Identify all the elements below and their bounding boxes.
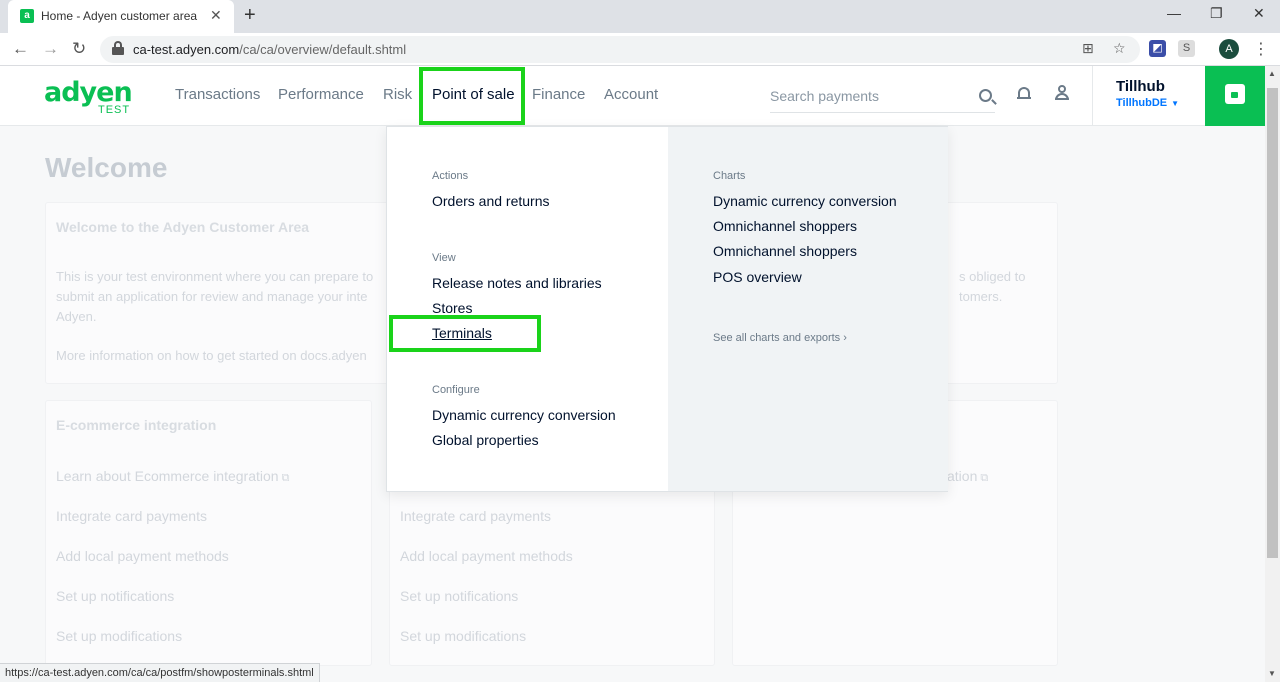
chevron-right-icon: › bbox=[843, 332, 847, 344]
tab-title: Home - Adyen customer area bbox=[41, 9, 198, 23]
browser-menu-icon[interactable]: ⋮ bbox=[1253, 39, 1269, 59]
local-payment-link[interactable]: Add local payment methods bbox=[56, 548, 229, 564]
extension-icon[interactable]: ◩ bbox=[1149, 40, 1166, 57]
scroll-up-icon[interactable]: ▲ bbox=[1268, 69, 1276, 78]
app-header: adyen TEST Transactions Performance Risk… bbox=[0, 66, 1265, 126]
charts-panel: Charts Dynamic currency conversion Omnic… bbox=[668, 127, 948, 491]
url-path: /ca/ca/overview/default.shtml bbox=[239, 42, 407, 57]
forward-arrow-icon[interactable]: → bbox=[42, 39, 59, 59]
search-box[interactable] bbox=[770, 86, 995, 113]
chart-item-pos-overview[interactable]: POS overview bbox=[713, 269, 802, 285]
highlight-box bbox=[389, 315, 541, 352]
scroll-down-icon[interactable]: ▼ bbox=[1268, 669, 1276, 678]
ecommerce-card-title: E-commerce integration bbox=[56, 417, 217, 433]
ecommerce-card: E-commerce integration Learn about Ecomm… bbox=[45, 400, 372, 666]
translate-icon[interactable]: ⊞ bbox=[1082, 40, 1094, 57]
url-text: ca-test.adyen.com/ca/ca/overview/default… bbox=[133, 42, 406, 57]
welcome-text-right: s obliged to bbox=[959, 269, 1026, 284]
account-name: Tillhub bbox=[1116, 78, 1165, 95]
see-all-charts-link[interactable]: See all charts and exports › bbox=[713, 332, 847, 344]
profile-avatar[interactable]: A bbox=[1219, 39, 1239, 59]
user-icon[interactable] bbox=[1054, 85, 1070, 101]
highlight-box bbox=[419, 67, 525, 125]
nav-risk[interactable]: Risk bbox=[383, 86, 412, 103]
notifications-link[interactable]: Set up notifications bbox=[400, 588, 518, 604]
menu-item-dcc-config[interactable]: Dynamic currency conversion bbox=[432, 407, 616, 423]
menu-item-orders-returns[interactable]: Orders and returns bbox=[432, 193, 550, 209]
page-scrollbar[interactable]: ▲ ▼ bbox=[1265, 66, 1280, 682]
menu-item-release-notes[interactable]: Release notes and libraries bbox=[432, 275, 602, 291]
integrate-card-link[interactable]: Integrate card payments bbox=[400, 508, 551, 524]
back-arrow-icon[interactable]: ← bbox=[12, 39, 29, 59]
chart-item-dcc[interactable]: Dynamic currency conversion bbox=[713, 193, 897, 209]
welcome-text-line: submit an application for review and man… bbox=[56, 289, 368, 304]
star-icon[interactable]: ☆ bbox=[1113, 40, 1126, 57]
merchant-account: TillhubDE ▼ bbox=[1116, 97, 1179, 109]
docs-link[interactable]: More information on how to get started o… bbox=[56, 346, 367, 366]
search-input[interactable] bbox=[770, 86, 970, 104]
external-link-icon: ⧉ bbox=[281, 472, 290, 484]
caret-down-icon: ▼ bbox=[1171, 99, 1180, 108]
menu-item-global-properties[interactable]: Global properties bbox=[432, 432, 539, 448]
browser-tab-bar: a Home - Adyen customer area ✕ + — ❐ ✕ bbox=[0, 0, 1280, 33]
extension-s-icon[interactable]: S bbox=[1178, 40, 1195, 57]
url-host: ca-test.adyen.com bbox=[133, 42, 240, 57]
menu-item-stores[interactable]: Stores bbox=[432, 300, 472, 316]
close-window-icon[interactable]: ✕ bbox=[1253, 5, 1265, 22]
scroll-thumb[interactable] bbox=[1267, 88, 1278, 558]
actions-heading: Actions bbox=[432, 170, 469, 182]
nav-finance[interactable]: Finance bbox=[532, 86, 585, 103]
reload-icon[interactable]: ↻ bbox=[72, 39, 86, 59]
page-title: Welcome bbox=[45, 152, 168, 183]
welcome-text-right: tomers. bbox=[959, 289, 1003, 304]
restore-window-icon[interactable]: ❐ bbox=[1210, 5, 1223, 22]
integration-link-label: ation bbox=[947, 468, 978, 484]
nav-performance[interactable]: Performance bbox=[278, 86, 364, 103]
integration-link[interactable]: ation ⧉ bbox=[947, 468, 988, 485]
chart-item-omnichannel[interactable]: Omnichannel shoppers bbox=[713, 218, 857, 234]
account-switcher[interactable]: Tillhub TillhubDE ▼ bbox=[1092, 66, 1205, 126]
welcome-text-line: This is your test environment where you … bbox=[56, 269, 374, 284]
status-bar-url: https://ca-test.adyen.com/ca/ca/postfm/s… bbox=[0, 663, 320, 682]
nav-transactions[interactable]: Transactions bbox=[175, 86, 260, 103]
lock-icon[interactable] bbox=[112, 41, 124, 55]
test-environment-label: TEST bbox=[98, 104, 131, 116]
search-icon[interactable] bbox=[979, 89, 992, 102]
see-all-charts-label: See all charts and exports bbox=[713, 332, 841, 344]
local-payment-link[interactable]: Add local payment methods bbox=[400, 548, 573, 564]
learn-ecommerce-link[interactable]: Learn about Ecommerce integration ⧉ bbox=[56, 468, 289, 485]
charts-heading: Charts bbox=[713, 170, 746, 182]
welcome-text-line: Adyen. bbox=[56, 309, 97, 324]
configure-heading: Configure bbox=[432, 384, 480, 396]
view-heading: View bbox=[432, 252, 456, 264]
learn-ecommerce-label: Learn about Ecommerce integration bbox=[56, 468, 279, 484]
nav-account[interactable]: Account bbox=[604, 86, 658, 103]
browser-tab[interactable]: a Home - Adyen customer area ✕ bbox=[8, 0, 234, 33]
merchant-account-label: TillhubDE bbox=[1116, 97, 1168, 109]
integrate-card-link[interactable]: Integrate card payments bbox=[56, 508, 207, 524]
minimize-window-icon[interactable]: — bbox=[1167, 5, 1181, 21]
adyen-favicon-icon: a bbox=[20, 9, 34, 23]
adyen-logo[interactable]: adyen bbox=[44, 79, 133, 106]
point-of-sale-menu: Actions Orders and returns View Release … bbox=[386, 126, 948, 492]
welcome-card-title: Welcome to the Adyen Customer Area bbox=[56, 219, 310, 235]
notifications-link[interactable]: Set up notifications bbox=[56, 588, 174, 604]
modifications-link[interactable]: Set up modifications bbox=[56, 628, 182, 644]
address-bar[interactable]: ca-test.adyen.com/ca/ca/overview/default… bbox=[100, 36, 1140, 63]
chart-item-omnichannel-2[interactable]: Omnichannel shoppers bbox=[713, 243, 857, 259]
close-tab-icon[interactable]: ✕ bbox=[210, 7, 222, 24]
adyen-app-icon[interactable] bbox=[1205, 66, 1265, 126]
external-link-icon: ⧉ bbox=[980, 472, 989, 484]
modifications-link[interactable]: Set up modifications bbox=[400, 628, 526, 644]
browser-toolbar: ← → ↻ ca-test.adyen.com/ca/ca/overview/d… bbox=[0, 33, 1280, 66]
new-tab-icon[interactable]: + bbox=[244, 4, 256, 27]
bell-icon[interactable] bbox=[1017, 86, 1031, 102]
